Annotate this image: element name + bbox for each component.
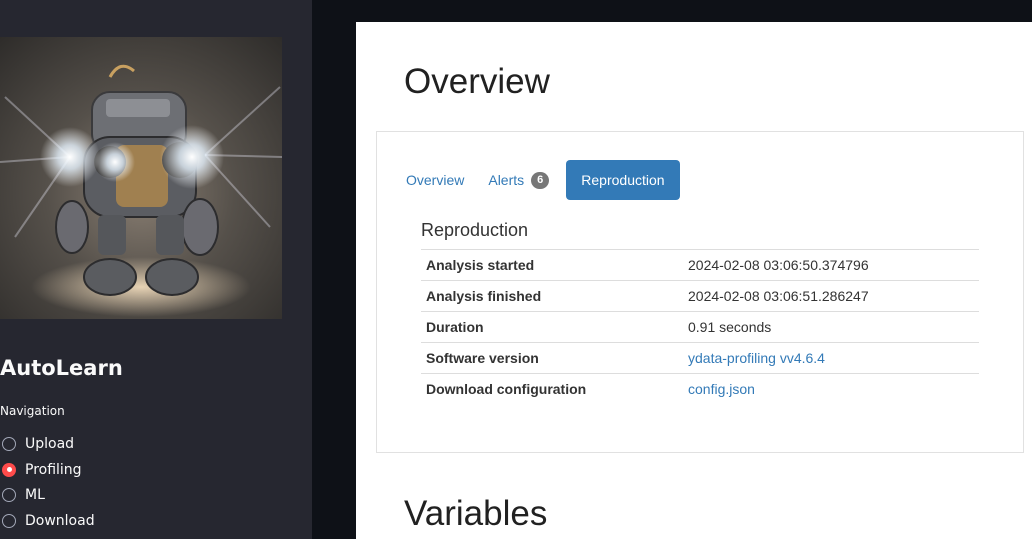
- tab-label: Alerts: [488, 172, 525, 188]
- navigation-label: Navigation: [0, 404, 65, 418]
- nav-option-label: ML: [25, 487, 45, 504]
- row-key: Analysis started: [421, 249, 683, 281]
- row-value: 0.91 seconds: [683, 311, 979, 343]
- radio-icon[interactable]: [2, 436, 16, 451]
- row-value: 2024-02-08 03:06:51.286247: [683, 280, 979, 312]
- radio-icon[interactable]: [2, 488, 16, 503]
- tab-reproduction[interactable]: Reproduction: [566, 160, 680, 200]
- row-value: 2024-02-08 03:06:50.374796: [683, 249, 979, 281]
- nav-option-label: Profiling: [25, 461, 82, 478]
- config-download-link[interactable]: config.json: [688, 381, 755, 397]
- table-row: Analysis finished 2024-02-08 03:06:51.28…: [421, 280, 979, 312]
- row-value: ydata-profiling vv4.6.4: [683, 342, 979, 374]
- nav-option-label: Upload: [25, 435, 75, 452]
- nav-option-profiling[interactable]: Profiling: [0, 457, 95, 483]
- overview-tabs: Overview Alerts 6 Reproduction: [394, 160, 680, 200]
- radio-icon[interactable]: [2, 513, 16, 528]
- table-row: Download configuration config.json: [421, 373, 979, 404]
- overview-panel: Overview Alerts 6 Reproduction Reproduct…: [376, 131, 1024, 453]
- radio-selected-icon[interactable]: [2, 462, 16, 477]
- nav-option-label: Download: [25, 512, 95, 529]
- software-version-link[interactable]: ydata-profiling vv4.6.4: [688, 350, 825, 366]
- row-key: Download configuration: [421, 373, 683, 404]
- nav-option-upload[interactable]: Upload: [0, 431, 95, 457]
- nav-option-download[interactable]: Download: [0, 508, 95, 534]
- robot-image: [0, 37, 282, 319]
- tab-overview[interactable]: Overview: [394, 160, 476, 200]
- overview-heading: Overview: [404, 62, 550, 101]
- nav-option-ml[interactable]: ML: [0, 482, 95, 508]
- row-key: Analysis finished: [421, 280, 683, 312]
- table-row: Duration 0.91 seconds: [421, 311, 979, 343]
- row-key: Software version: [421, 342, 683, 374]
- reproduction-table: Analysis started 2024-02-08 03:06:50.374…: [421, 249, 979, 404]
- app-title: AutoLearn: [0, 356, 123, 380]
- reproduction-title: Reproduction: [421, 220, 529, 240]
- profile-report: Overview Overview Alerts 6 Reproduction …: [356, 22, 1032, 539]
- table-row: Analysis started 2024-02-08 03:06:50.374…: [421, 249, 979, 281]
- sidebar: AutoLearn Navigation Upload Profiling ML…: [0, 0, 312, 539]
- table-row: Software version ydata-profiling vv4.6.4: [421, 342, 979, 374]
- variables-heading: Variables: [404, 494, 548, 533]
- tab-alerts[interactable]: Alerts 6: [476, 160, 561, 200]
- row-value: config.json: [683, 373, 979, 404]
- navigation-radio-group: Upload Profiling ML Download: [0, 431, 95, 534]
- alerts-count-badge: 6: [531, 171, 550, 189]
- row-key: Duration: [421, 311, 683, 343]
